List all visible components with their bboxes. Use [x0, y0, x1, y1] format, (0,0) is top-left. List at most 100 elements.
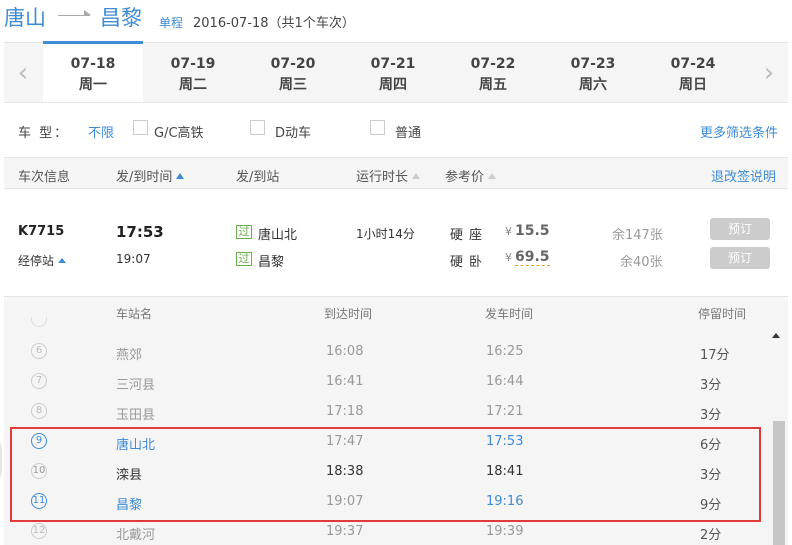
stop-index: 12 [31, 523, 47, 539]
date-label: 07-21 [370, 56, 416, 72]
filter-normal-checkbox[interactable] [370, 120, 385, 135]
col-time-sort[interactable]: 发/到时间 [116, 166, 185, 185]
filter-d-label[interactable]: D动车 [275, 122, 311, 141]
date-tab-4[interactable]: 07-22 周五 [443, 43, 543, 102]
departure-station: 唐山北 [258, 228, 298, 243]
col-station: 发/到站 [236, 170, 280, 185]
list-header: 车次信息 发/到时间 发/到站 运行时长 参考价 退改签说明 [4, 157, 788, 189]
stop-arrive: 16:08 [326, 344, 364, 359]
stops-toggle-label: 经停站 [18, 254, 55, 268]
stops-toggle[interactable]: 经停站 [18, 252, 67, 269]
stop-stay: 2分 [700, 528, 722, 543]
date-label: 07-20 [270, 56, 316, 72]
duration: 1小时14分 [356, 227, 415, 241]
arrival-time: 19:07 [116, 252, 151, 266]
col-time-label: 发/到时间 [116, 170, 173, 185]
stop-depart: 17:21 [486, 404, 524, 419]
pass-tag-icon: 过 [236, 252, 252, 266]
more-filters-link[interactable]: 更多筛选条件 [700, 122, 778, 141]
train-row: K7715 经停站 17:53 19:07 过 唐山北 过 昌黎 1小时14分 … [4, 190, 788, 296]
trip-type: 单程 [159, 16, 184, 30]
seat-remaining: 余40张 [620, 255, 663, 270]
weekday-label: 周五 [479, 77, 507, 93]
stops-col-arrive: 到达时间 [324, 307, 373, 321]
train-type-unlimited[interactable]: 不限 [88, 122, 114, 141]
date-label: 07-19 [170, 56, 216, 72]
weekday-label: 周二 [179, 77, 207, 93]
stops-col-depart: 发车时间 [485, 307, 534, 321]
stop-index-icon [31, 317, 47, 327]
stop-arrive: 17:18 [326, 404, 364, 419]
col-duration-label: 运行时长 [356, 170, 409, 185]
route-header: 唐山 昌黎 单程 2016-07-18（共1个车次） [0, 0, 792, 40]
stop-row: 8 玉田县 17:18 17:21 3分 [4, 397, 774, 427]
date-tab-1[interactable]: 07-19 周二 [143, 43, 243, 102]
col-duration-sort[interactable]: 运行时长 [356, 166, 421, 185]
pass-tag-icon: 过 [236, 225, 252, 239]
filter-normal-label[interactable]: 普通 [395, 122, 421, 141]
currency-symbol: ¥ [505, 225, 512, 238]
next-date-button[interactable]: › [750, 43, 788, 102]
date-tab-5[interactable]: 07-23 周六 [543, 43, 643, 102]
filter-gc-label[interactable]: G/C高铁 [154, 122, 204, 141]
seat-type: 硬座 [450, 228, 489, 243]
arrival-station: 昌黎 [258, 255, 285, 270]
date-label: 07-22 [470, 56, 516, 72]
refund-policy-link[interactable]: 退改签说明 [711, 166, 776, 185]
side-handle [0, 440, 2, 480]
caret-up-icon [58, 258, 67, 263]
stop-depart: 16:44 [486, 374, 524, 389]
filter-bar: 车 型： 不限 G/C高铁 D动车 普通 更多筛选条件 [4, 111, 788, 149]
col-train-info: 车次信息 [18, 170, 71, 185]
departure-time: 17:53 [116, 223, 164, 241]
weekday-label: 周日 [679, 77, 707, 93]
price-value: 15.5 [515, 223, 550, 239]
weekday-label: 周四 [379, 77, 407, 93]
price-value: 69.5 [515, 249, 550, 266]
date-tab-2[interactable]: 07-20 周三 [243, 43, 343, 102]
filter-d-checkbox[interactable] [250, 120, 265, 135]
weekday-label: 周六 [579, 77, 607, 93]
date-tab-6[interactable]: 07-24 周日 [643, 43, 743, 102]
highlight-annotation [10, 427, 761, 522]
date-label: 07-23 [570, 56, 616, 72]
seat-price: ¥69.5 [505, 249, 550, 266]
stop-stay: 3分 [700, 378, 722, 393]
date-selector: ‹ 07-18 周一 07-19 周二 07-20 周三 07-21 周四 07… [4, 41, 788, 103]
seat-remaining: 余147张 [612, 228, 663, 243]
route-arrow-icon [58, 15, 90, 16]
scroll-up-arrow-icon[interactable] [772, 333, 780, 338]
sort-up-icon [488, 173, 497, 179]
date-tab-3[interactable]: 07-21 周四 [343, 43, 443, 102]
chevron-left-icon: ‹ [17, 57, 29, 88]
train-number[interactable]: K7715 [18, 224, 64, 239]
sort-up-icon [412, 173, 421, 179]
stop-index: 6 [31, 343, 47, 359]
prev-date-button[interactable]: ‹ [4, 43, 42, 102]
stop-stay: 17分 [700, 348, 730, 363]
weekday-label: 周三 [279, 77, 307, 93]
stop-row: 7 三河县 16:41 16:44 3分 [4, 367, 774, 397]
col-price-label: 参考价 [445, 170, 485, 185]
stops-col-name: 车站名 [116, 307, 153, 321]
from-city[interactable]: 唐山 [4, 2, 46, 32]
stop-depart: 19:39 [486, 524, 524, 539]
trip-info: 2016-07-18（共1个车次） [193, 16, 355, 31]
stop-name: 燕郊 [116, 348, 143, 363]
currency-symbol: ¥ [505, 251, 512, 264]
date-label: 07-18 [70, 56, 116, 72]
stop-index: 8 [31, 403, 47, 419]
scrollbar-thumb[interactable] [773, 421, 785, 545]
stop-name: 三河县 [116, 378, 156, 393]
book-button[interactable]: 预订 [710, 247, 770, 269]
to-city[interactable]: 昌黎 [100, 2, 142, 32]
book-button[interactable]: 预订 [710, 218, 770, 240]
date-label: 07-24 [670, 56, 716, 72]
filter-gc-checkbox[interactable] [133, 120, 148, 135]
date-tab-0[interactable]: 07-18 周一 [43, 41, 143, 102]
weekday-label: 周一 [79, 77, 107, 93]
sort-up-icon [176, 173, 185, 179]
col-price-sort[interactable]: 参考价 [445, 166, 497, 185]
stop-arrive: 19:37 [326, 524, 364, 539]
train-type-label: 车 型： [18, 126, 70, 141]
